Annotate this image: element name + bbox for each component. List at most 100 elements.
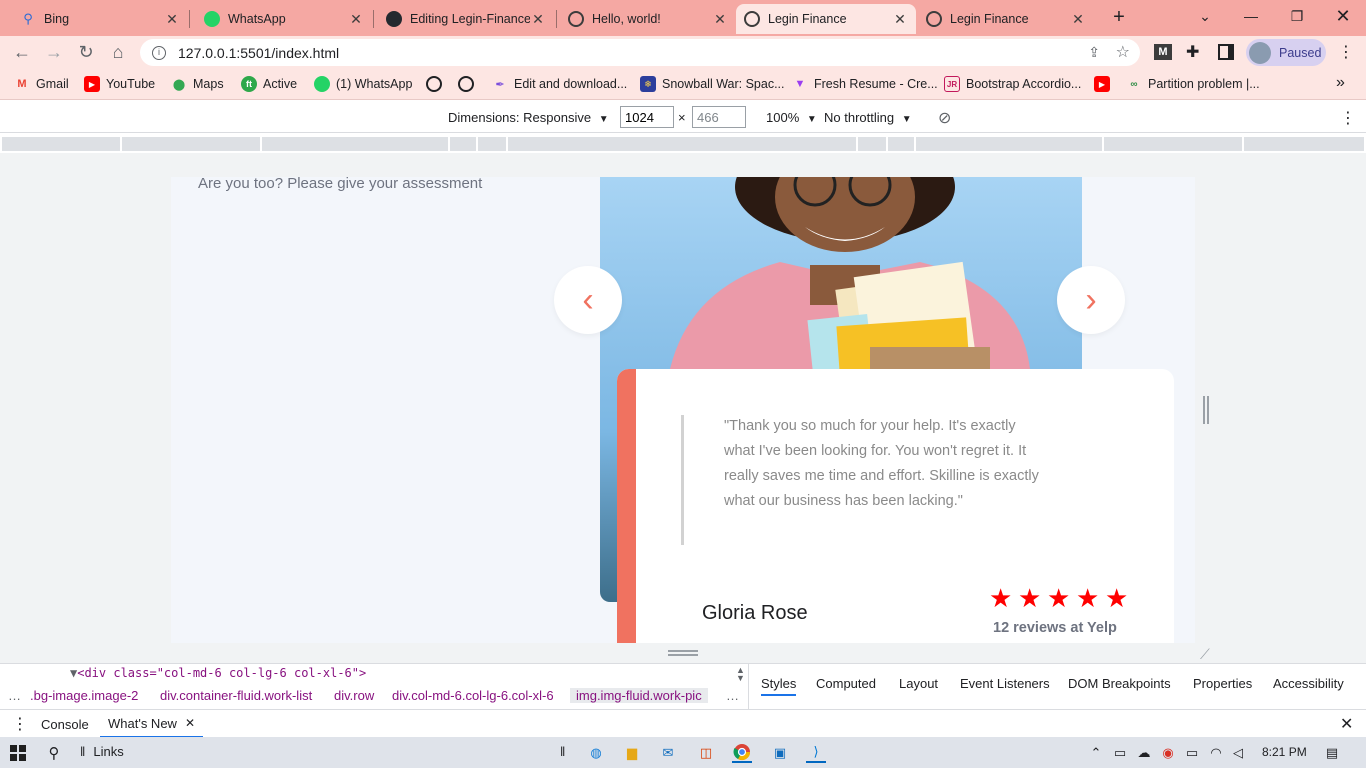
media-query-segment[interactable] bbox=[916, 137, 1102, 151]
bookmark-gmail[interactable]: M Gmail bbox=[14, 76, 68, 92]
tab-whatsapp[interactable]: WhatsApp ✕ bbox=[196, 4, 372, 34]
tab-properties[interactable]: Properties bbox=[1193, 676, 1252, 691]
bookmark-youtube-2[interactable]: ▶ bbox=[1094, 76, 1116, 92]
share-icon[interactable]: ⇪ bbox=[1088, 44, 1100, 61]
dom-tree-line[interactable]: ▼<div class="col-md-6 col-lg-6 col-xl-6"… bbox=[70, 666, 366, 680]
back-arrow-icon[interactable]: ← bbox=[10, 40, 34, 64]
extension-m-icon[interactable]: M bbox=[1154, 44, 1172, 60]
bookmark-active[interactable]: ft Active bbox=[241, 76, 297, 92]
reload-icon[interactable]: ↻ bbox=[74, 40, 98, 64]
drawer-tab-whats-new[interactable]: What's New ✕ bbox=[100, 710, 204, 738]
bookmark-globe-2[interactable] bbox=[458, 76, 480, 92]
media-query-segment[interactable] bbox=[2, 137, 120, 151]
windows-start-icon[interactable] bbox=[8, 743, 28, 763]
zoom-dropdown[interactable]: 100% ▼ bbox=[766, 110, 817, 125]
side-panel-icon[interactable] bbox=[1218, 44, 1234, 60]
home-icon[interactable]: ⌂ bbox=[106, 40, 130, 64]
bookmark-edit-download[interactable]: ✒ Edit and download... bbox=[492, 76, 627, 92]
dimensions-dropdown[interactable]: Dimensions: Responsive ▼ bbox=[448, 110, 609, 125]
battery-icon[interactable]: ▭ bbox=[1182, 743, 1202, 763]
bookmark-star-icon[interactable]: ☆ bbox=[1116, 42, 1130, 62]
forward-arrow-icon[interactable]: → bbox=[42, 40, 66, 64]
breadcrumb-more-icon[interactable]: … bbox=[726, 688, 739, 703]
restore-icon[interactable]: ❐ bbox=[1274, 0, 1320, 32]
breadcrumb-item-selected[interactable]: img.img-fluid.work-pic bbox=[570, 688, 708, 703]
media-query-segment[interactable] bbox=[888, 137, 914, 151]
address-bar[interactable]: i 127.0.0.1:5501/index.html ⇪ ☆ bbox=[140, 39, 1140, 66]
tab-github[interactable]: Editing Legin-Finance ✕ bbox=[378, 4, 554, 34]
device-menu-kebab-icon[interactable]: ⋮ bbox=[1340, 108, 1356, 128]
tab-event-listeners[interactable]: Event Listeners bbox=[960, 676, 1050, 691]
info-icon[interactable]: i bbox=[152, 45, 166, 60]
height-input[interactable] bbox=[692, 106, 746, 128]
bookmark-maps[interactable]: ⬤ Maps bbox=[171, 76, 224, 92]
tab-accessibility[interactable]: Accessibility bbox=[1273, 676, 1344, 691]
notification-app-icon[interactable]: ◉ bbox=[1158, 743, 1178, 763]
media-query-segment[interactable] bbox=[262, 137, 448, 151]
profile-button[interactable]: Paused bbox=[1246, 39, 1326, 66]
bookmark-bootstrap-accordion[interactable]: JR Bootstrap Accordio... bbox=[944, 76, 1081, 92]
carousel-prev-button[interactable]: ‹ bbox=[554, 266, 622, 334]
action-center-icon[interactable]: ▤ bbox=[1322, 743, 1342, 763]
extensions-puzzle-icon[interactable]: ✚ bbox=[1186, 42, 1199, 62]
media-query-segment[interactable] bbox=[858, 137, 886, 151]
carousel-next-button[interactable]: › bbox=[1057, 266, 1125, 334]
url-text[interactable]: 127.0.0.1:5501/index.html bbox=[178, 45, 339, 61]
tab-dom-breakpoints[interactable]: DOM Breakpoints bbox=[1068, 676, 1171, 691]
tab-hello-world[interactable]: Hello, world! ✕ bbox=[560, 4, 736, 34]
bookmark-fresh-resume[interactable]: ▼ Fresh Resume - Cre... bbox=[792, 76, 938, 92]
close-tab-icon[interactable]: ✕ bbox=[164, 11, 180, 28]
minimize-icon[interactable]: — bbox=[1228, 0, 1274, 32]
tab-computed[interactable]: Computed bbox=[816, 676, 876, 691]
breadcrumb-item[interactable]: div.container-fluid.work-list bbox=[160, 688, 312, 703]
meet-now-icon[interactable]: ▭ bbox=[1110, 743, 1130, 763]
menu-kebab-icon[interactable]: ⋮ bbox=[1338, 42, 1354, 62]
drawer-tab-console[interactable]: Console bbox=[41, 717, 89, 732]
rotate-icon[interactable]: ⊘ bbox=[938, 108, 951, 128]
close-tab-icon[interactable]: ✕ bbox=[712, 11, 728, 28]
scroll-arrows-icon[interactable]: ▲ ▼ bbox=[736, 666, 745, 683]
tab-bing[interactable]: ⚲ Bing ✕ bbox=[12, 4, 188, 34]
file-explorer-icon[interactable]: ▆ bbox=[622, 743, 642, 763]
bookmark-snowball-war[interactable]: ❄ Snowball War: Spac... bbox=[640, 76, 785, 92]
throttling-dropdown[interactable]: No throttling ▼ bbox=[824, 110, 912, 125]
tab-legin-finance[interactable]: Legin Finance ✕ bbox=[918, 4, 1094, 34]
onedrive-cloud-icon[interactable]: ☁ bbox=[1134, 743, 1154, 763]
media-query-segment[interactable] bbox=[1104, 137, 1242, 151]
close-tab-icon[interactable]: ✕ bbox=[1070, 11, 1086, 28]
media-query-segment[interactable] bbox=[478, 137, 506, 151]
viewport-resize-corner-icon[interactable]: ⟋ bbox=[1200, 646, 1210, 663]
viewport-resize-handle-right[interactable] bbox=[1203, 396, 1209, 424]
breadcrumb-item[interactable]: div.row bbox=[334, 688, 374, 703]
media-query-segment[interactable] bbox=[1244, 137, 1364, 151]
vscode-icon[interactable]: ⟩ bbox=[806, 743, 826, 763]
close-tab-icon[interactable]: ✕ bbox=[348, 11, 364, 28]
breadcrumb-overflow-icon[interactable]: … bbox=[8, 688, 21, 703]
search-icon[interactable]: ⚲ bbox=[44, 743, 64, 763]
bookmark-partition-problem[interactable]: ∞ Partition problem |... bbox=[1126, 76, 1259, 92]
tab-search-chevron-icon[interactable]: ⌄ bbox=[1182, 0, 1228, 32]
bookmark-whatsapp[interactable]: (1) WhatsApp bbox=[314, 76, 412, 92]
chrome-icon[interactable] bbox=[732, 743, 752, 763]
breadcrumb-item[interactable]: div.col-md-6.col-lg-6.col-xl-6 bbox=[392, 688, 554, 703]
bookmark-youtube[interactable]: ▶ YouTube bbox=[84, 76, 155, 92]
drawer-menu-kebab-icon[interactable]: ⋮ bbox=[12, 714, 28, 734]
tab-layout[interactable]: Layout bbox=[899, 676, 938, 691]
app-window-icon[interactable]: ▣ bbox=[770, 743, 790, 763]
tab-styles[interactable]: Styles bbox=[761, 676, 797, 696]
breadcrumb-item[interactable]: .bg-image.image-2 bbox=[30, 688, 138, 703]
wifi-icon[interactable]: ◠ bbox=[1206, 743, 1226, 763]
close-window-icon[interactable]: ✕ bbox=[1320, 0, 1366, 32]
more-bookmarks-chevron-icon[interactable]: » bbox=[1336, 74, 1345, 92]
bookmark-globe-1[interactable] bbox=[426, 76, 448, 92]
volume-icon[interactable]: ◁ bbox=[1228, 743, 1248, 763]
close-tab-icon[interactable]: ✕ bbox=[185, 716, 195, 730]
close-tab-icon[interactable]: ✕ bbox=[892, 11, 908, 28]
media-query-segment[interactable] bbox=[450, 137, 476, 151]
media-query-segment[interactable] bbox=[508, 137, 856, 151]
office-icon[interactable]: ◫ bbox=[696, 743, 716, 763]
mail-icon[interactable]: ✉ bbox=[658, 743, 678, 763]
viewport-resize-handle-bottom[interactable] bbox=[668, 650, 698, 656]
show-hidden-icons-chevron-icon[interactable]: ⌃ bbox=[1086, 743, 1106, 763]
close-tab-icon[interactable]: ✕ bbox=[530, 11, 546, 28]
